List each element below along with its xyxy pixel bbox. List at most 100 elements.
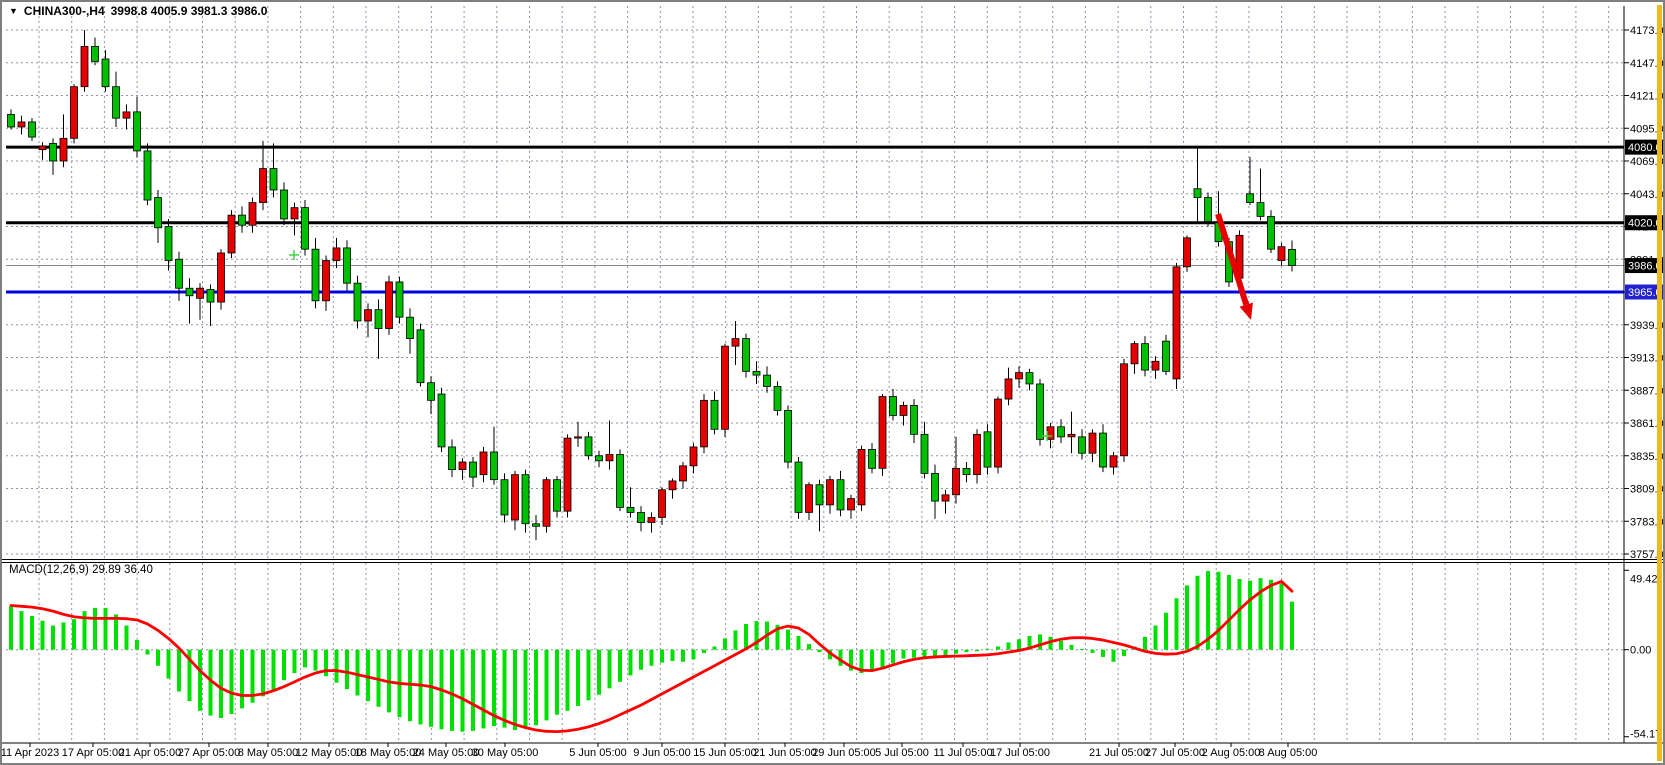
macd-bar	[1269, 580, 1273, 650]
macd-bar	[167, 650, 171, 679]
macd-bar	[975, 650, 979, 652]
macd-bar	[870, 650, 874, 672]
candle	[1205, 198, 1212, 222]
candle	[270, 169, 277, 190]
macd-histogram	[9, 571, 1294, 732]
candle	[743, 339, 750, 372]
candle	[1247, 194, 1254, 203]
macd-axis[interactable]: 49.420.00-54.17	[1624, 570, 1661, 740]
candle	[827, 480, 834, 505]
macd-bar	[534, 650, 538, 726]
time-tick-label: 17 Apr 05:00	[62, 747, 124, 759]
time-tick-label: 21 Jul 05:00	[1089, 747, 1149, 759]
macd-bar	[713, 646, 717, 649]
macd-bar	[461, 650, 465, 732]
candle	[186, 288, 193, 296]
macd-bar	[891, 650, 895, 664]
candle	[921, 434, 928, 473]
macd-bar	[1070, 645, 1074, 650]
candle	[879, 397, 886, 469]
candle	[753, 371, 760, 375]
time-tick-label: 2 Aug 05:00	[1202, 747, 1261, 759]
macd-bar	[345, 650, 349, 689]
price-badge-label: 3986.0	[1628, 261, 1662, 273]
candle	[606, 454, 613, 460]
macd-bar	[1248, 581, 1252, 650]
candle	[260, 169, 267, 203]
candle	[344, 248, 351, 283]
candles	[8, 30, 1296, 540]
candle	[984, 432, 991, 467]
macd-bar	[702, 650, 706, 653]
macd-bar	[1154, 626, 1158, 650]
candle	[123, 112, 130, 118]
candle	[249, 203, 256, 226]
candle	[239, 215, 246, 225]
chart-canvas[interactable]: 4173.04147.04121.04095.04069.04043.04017…	[2, 2, 1665, 765]
time-tick-label: 21 Jun 05:00	[753, 747, 817, 759]
macd-bar	[650, 650, 654, 666]
candle	[869, 449, 876, 468]
candle	[1289, 249, 1296, 265]
time-tick-label: 11 Apr 2023	[2, 747, 59, 759]
candle	[50, 143, 57, 161]
macd-bar	[755, 621, 759, 650]
macd-bar	[240, 650, 244, 709]
candle	[596, 456, 603, 461]
macd-bar	[818, 650, 822, 652]
candle	[1173, 267, 1180, 379]
macd-bar	[1217, 572, 1221, 650]
macd-bar	[198, 650, 202, 711]
macd-bar	[104, 608, 108, 650]
time-tick-label: 27 Jul 05:00	[1145, 747, 1205, 759]
candle	[207, 289, 214, 302]
macd-bar	[272, 650, 276, 690]
candle	[837, 480, 844, 510]
macd-bar	[954, 650, 958, 654]
candle	[197, 288, 204, 298]
time-axis[interactable]: 11 Apr 202317 Apr 05:0021 Apr 05:0027 Ap…	[2, 743, 1317, 759]
candle	[428, 383, 435, 401]
candle	[1100, 433, 1107, 467]
candle	[1079, 437, 1086, 453]
macd-bar	[1238, 579, 1242, 650]
macd-bar	[786, 630, 790, 650]
macd-bar	[20, 611, 24, 650]
candle	[680, 466, 687, 481]
candle	[60, 138, 67, 161]
macd-bar	[1290, 602, 1294, 650]
time-tick-label: 27 Apr 05:00	[178, 747, 240, 759]
candle	[1278, 247, 1285, 261]
vertical-gridlines	[39, 6, 1609, 743]
macd-bar	[356, 650, 360, 696]
macd-bar	[681, 650, 685, 662]
time-tick-label: 8 May 05:00	[238, 747, 299, 759]
candle	[1026, 373, 1033, 384]
macd-bar	[723, 638, 727, 649]
candle	[302, 208, 309, 250]
candle	[1058, 427, 1065, 437]
candle	[491, 452, 498, 480]
macd-bar	[1259, 578, 1263, 650]
macd-bar	[996, 646, 1000, 649]
macd-bar	[156, 650, 160, 666]
time-tick-label: 15 Jun 05:00	[693, 747, 757, 759]
candle	[323, 261, 330, 301]
macd-bar	[513, 650, 517, 730]
candle	[396, 282, 403, 317]
macd-bar	[30, 616, 34, 650]
macd-bar	[93, 608, 97, 650]
candle	[333, 248, 340, 261]
macd-bar	[1122, 650, 1126, 656]
trading-chart-window: 4173.04147.04121.04095.04069.04043.04017…	[0, 0, 1665, 765]
macd-bar	[41, 621, 45, 650]
candle	[312, 249, 319, 301]
candle	[417, 330, 424, 383]
candle	[1163, 341, 1170, 371]
macd-bar	[807, 644, 811, 650]
horizontal-gridlines	[6, 30, 1624, 650]
candle	[585, 437, 592, 456]
down-arrow-annotation[interactable]	[1218, 214, 1253, 320]
macd-bar	[1143, 637, 1147, 650]
time-tick-label: 5 Jun 05:00	[569, 747, 627, 759]
